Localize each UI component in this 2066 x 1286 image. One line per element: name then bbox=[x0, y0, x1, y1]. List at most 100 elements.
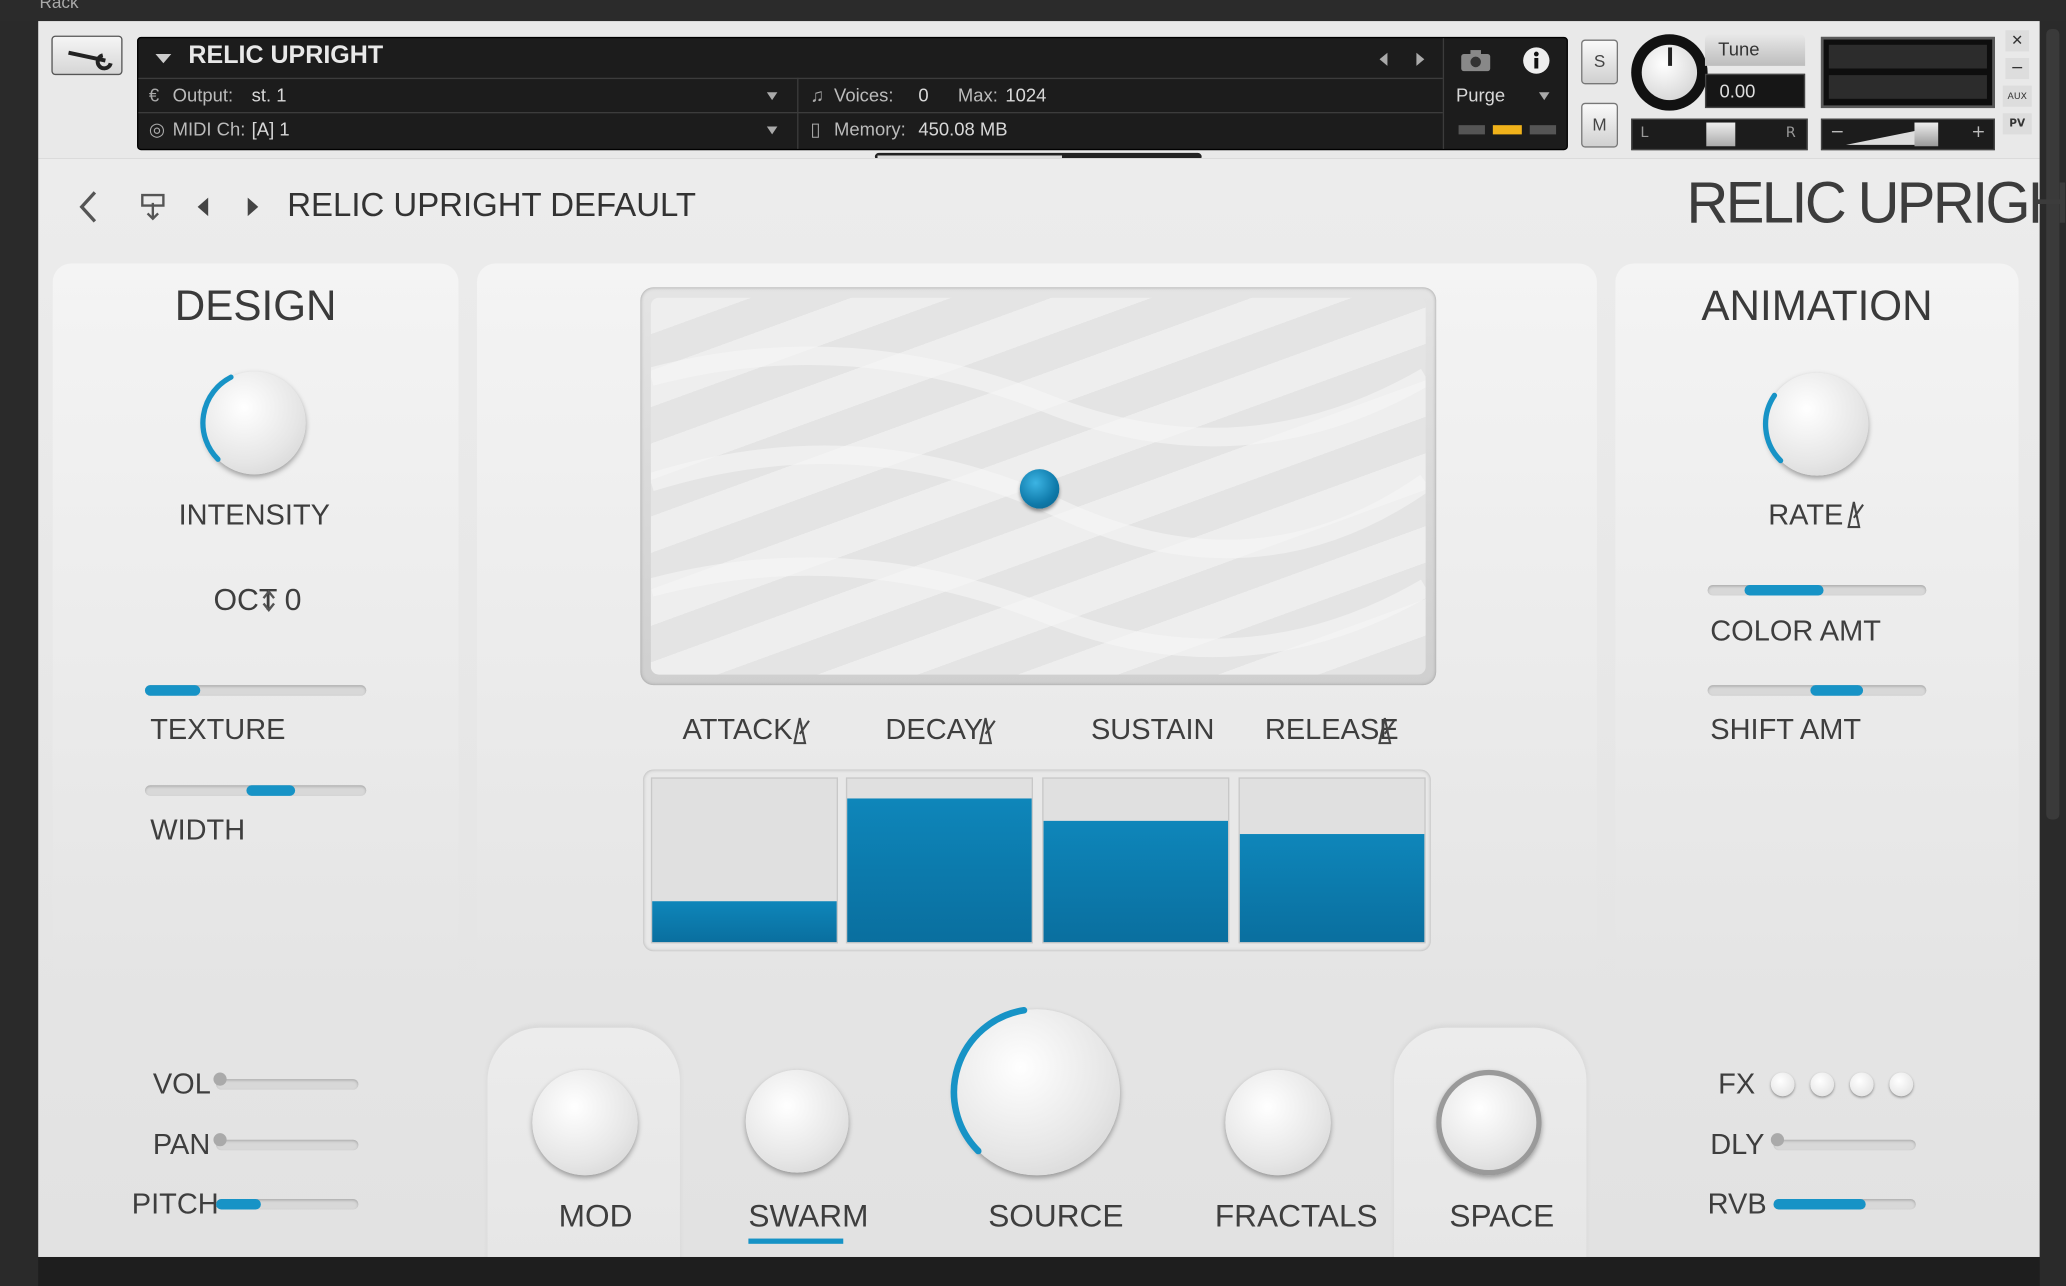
swarm-active-indicator bbox=[748, 1238, 844, 1244]
vol-slider[interactable] bbox=[213, 1072, 359, 1090]
width-slider[interactable] bbox=[144, 785, 367, 796]
volume-handle[interactable] bbox=[1914, 122, 1939, 147]
midi-activity-led bbox=[1458, 125, 1485, 135]
decay-fill bbox=[847, 798, 1032, 943]
pan-left-label: L bbox=[1640, 123, 1649, 141]
fx-slot-3[interactable] bbox=[1849, 1072, 1874, 1097]
max-label: Max: bbox=[957, 84, 998, 106]
pan-right-label: R bbox=[1785, 123, 1796, 141]
shift-amt-slider[interactable] bbox=[1707, 685, 1927, 696]
attack-tempo-sync-icon[interactable] bbox=[788, 715, 812, 745]
color-amt-label: COLOR AMT bbox=[1710, 614, 1881, 647]
swarm-knob[interactable] bbox=[745, 1069, 849, 1173]
pan-handle[interactable] bbox=[1706, 122, 1736, 147]
pitch-label: PITCH bbox=[131, 1187, 219, 1221]
edit-wrench-button[interactable] bbox=[51, 35, 123, 76]
rvb-label: RVB bbox=[1707, 1187, 1767, 1221]
save-preset-icon[interactable] bbox=[140, 192, 166, 221]
fx-slot-1[interactable] bbox=[1770, 1072, 1795, 1097]
output-dropdown-icon[interactable] bbox=[766, 91, 779, 102]
sustain-label: SUSTAIN bbox=[1090, 712, 1215, 746]
source-label[interactable]: SOURCE bbox=[988, 1199, 1123, 1236]
instrument-header: RELIC UPRIGHT € Output: st. 1 ◎ MIDI Ch:… bbox=[137, 36, 1568, 151]
dly-slider[interactable] bbox=[1770, 1133, 1916, 1151]
prev-instrument-icon[interactable] bbox=[1377, 51, 1390, 67]
instrument-name: RELIC UPRIGHT bbox=[188, 42, 384, 70]
volume-slider[interactable]: − + bbox=[1820, 118, 1995, 151]
space-knob[interactable] bbox=[1436, 1069, 1542, 1176]
pan-slider[interactable]: L R bbox=[1631, 118, 1808, 151]
max-value[interactable]: 1024 bbox=[1005, 84, 1046, 105]
prev-preset-icon[interactable] bbox=[195, 196, 211, 217]
pan-slider-instrument[interactable] bbox=[213, 1133, 359, 1151]
tune-knob[interactable] bbox=[1631, 34, 1708, 111]
rate-arc bbox=[1762, 392, 1784, 464]
voices-value: 0 bbox=[918, 84, 929, 106]
pv-button[interactable]: PV bbox=[2002, 113, 2032, 135]
volume-plus-label: + bbox=[1971, 122, 1986, 143]
release-bar[interactable] bbox=[1238, 777, 1426, 944]
footer-strip bbox=[38, 1256, 2040, 1286]
tune-value[interactable]: 0.00 bbox=[1704, 73, 1806, 109]
rvb-slider[interactable] bbox=[1773, 1199, 1916, 1210]
pitch-slider[interactable] bbox=[216, 1199, 359, 1210]
memory-label: Memory: bbox=[834, 118, 906, 140]
next-instrument-icon[interactable] bbox=[1414, 51, 1427, 67]
texture-label: TEXTURE bbox=[150, 712, 286, 746]
xy-pad-cursor[interactable] bbox=[1019, 469, 1060, 509]
solo-button[interactable]: S bbox=[1581, 39, 1619, 85]
attack-label: ATTACK bbox=[682, 712, 793, 746]
color-amt-slider[interactable] bbox=[1707, 585, 1927, 596]
mod-label[interactable]: MOD bbox=[559, 1199, 633, 1236]
sustain-fill bbox=[1043, 821, 1229, 943]
texture-fill bbox=[144, 685, 201, 696]
cpu-activity-led bbox=[1529, 125, 1557, 135]
attack-fill bbox=[652, 901, 837, 943]
oct-value[interactable]: 0 bbox=[285, 582, 302, 618]
design-title: DESIGN bbox=[174, 281, 337, 330]
scrollbar[interactable] bbox=[2046, 28, 2060, 820]
attack-bar[interactable] bbox=[650, 777, 838, 944]
vol-label: VOL bbox=[152, 1067, 211, 1101]
tune-label: Tune bbox=[1704, 34, 1806, 66]
swarm-label[interactable]: SWARM bbox=[748, 1199, 868, 1236]
left-gutter bbox=[0, 21, 39, 1286]
purge-dropdown-icon[interactable] bbox=[1538, 91, 1551, 102]
output-activity-led bbox=[1492, 125, 1522, 135]
sustain-bar[interactable] bbox=[1042, 777, 1230, 944]
space-label[interactable]: SPACE bbox=[1449, 1199, 1554, 1236]
fx-slot-2[interactable] bbox=[1810, 1072, 1835, 1097]
close-button[interactable]: ✕ bbox=[2005, 30, 2030, 52]
output-value[interactable]: st. 1 bbox=[252, 84, 287, 105]
release-tempo-sync-icon[interactable] bbox=[1373, 715, 1397, 745]
aux-button[interactable]: AUX bbox=[2002, 85, 2032, 107]
fractals-knob[interactable] bbox=[1225, 1069, 1331, 1176]
collapse-arrow-icon[interactable] bbox=[154, 51, 172, 64]
decay-bar[interactable] bbox=[845, 777, 1033, 944]
shift-amt-label: SHIFT AMT bbox=[1710, 712, 1862, 746]
next-preset-icon[interactable] bbox=[245, 196, 261, 217]
minimize-button[interactable]: − bbox=[2005, 57, 2030, 80]
width-label: WIDTH bbox=[150, 812, 246, 846]
midi-dropdown-icon[interactable] bbox=[766, 125, 779, 136]
texture-slider[interactable] bbox=[144, 685, 367, 696]
purge-label[interactable]: Purge bbox=[1456, 84, 1505, 105]
back-icon[interactable] bbox=[76, 190, 100, 224]
oct-stepper-icon[interactable] bbox=[261, 588, 277, 614]
decay-label: DECAY bbox=[885, 712, 984, 746]
memory-value: 450.08 MB bbox=[918, 118, 1008, 140]
rate-tempo-sync-icon[interactable] bbox=[1842, 499, 1866, 529]
intensity-label: INTENSITY bbox=[178, 498, 330, 531]
voices-label: Voices: bbox=[834, 84, 894, 106]
midi-value[interactable]: [A] 1 bbox=[252, 119, 290, 140]
voices-icon: ♫ bbox=[810, 84, 825, 106]
preset-name[interactable]: RELIC UPRIGHT DEFAULT bbox=[287, 187, 696, 225]
fractals-label[interactable]: FRACTALS bbox=[1215, 1199, 1378, 1236]
camera-icon[interactable] bbox=[1460, 49, 1492, 73]
info-icon[interactable] bbox=[1522, 46, 1551, 75]
memory-icon: ▯ bbox=[810, 118, 821, 140]
mod-knob[interactable] bbox=[532, 1069, 638, 1176]
fx-slot-4[interactable] bbox=[1889, 1072, 1914, 1097]
mute-button[interactable]: M bbox=[1581, 102, 1619, 148]
decay-tempo-sync-icon[interactable] bbox=[974, 715, 998, 745]
